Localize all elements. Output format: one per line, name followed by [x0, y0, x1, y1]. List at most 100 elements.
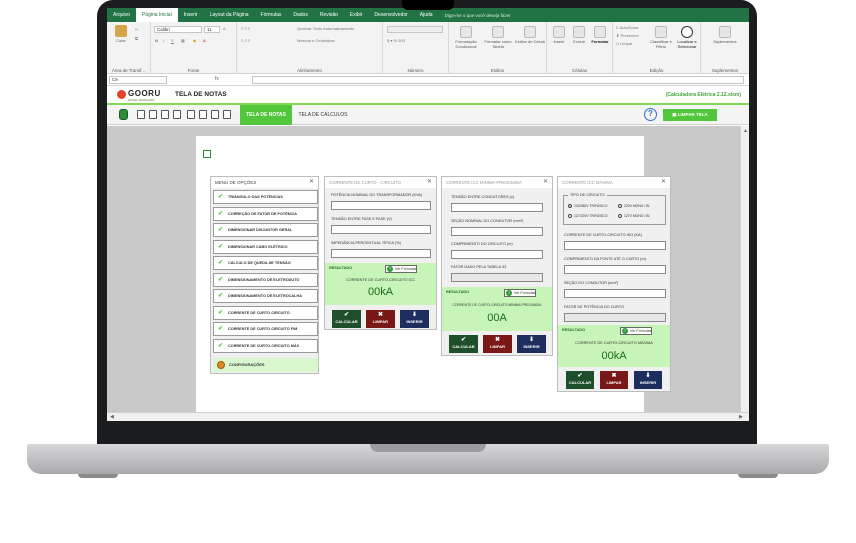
excel-icon[interactable] [119, 109, 128, 120]
export-icon[interactable] [149, 110, 157, 119]
close-icon[interactable]: ✕ [543, 177, 548, 188]
printer-icon[interactable] [223, 110, 231, 119]
fill-button[interactable]: ⬇ Preencher [616, 33, 639, 38]
scroll-left-icon[interactable]: ◀ [110, 414, 114, 420]
table33-factor-input[interactable] [451, 273, 543, 282]
transformer-power-input[interactable] [331, 201, 431, 210]
format-table-button[interactable]: Formatar como Tabela [483, 26, 513, 49]
name-box[interactable]: C9 [109, 76, 167, 84]
source-length-input[interactable] [564, 265, 666, 274]
font-name-select[interactable]: Calibri [154, 26, 202, 33]
wrap-text-button[interactable]: Quebrar Texto Automaticamente [297, 26, 354, 31]
fill-color-icon[interactable]: ◆ [193, 38, 196, 43]
calculate-button[interactable]: ✔ CALCULAR [449, 335, 478, 353]
sort-filter-button[interactable]: Classificar e Filtrar [649, 26, 673, 49]
addins-button[interactable]: Suplementos [707, 26, 743, 44]
font-color-icon[interactable]: A [203, 38, 206, 43]
autosum-button[interactable]: Σ AutoSoma [616, 25, 638, 30]
vertical-scrollbar[interactable]: ▲ [740, 126, 749, 412]
calculate-button[interactable]: ✔ CALCULAR [566, 371, 594, 389]
circuit-length-input[interactable] [451, 250, 543, 259]
menu-item[interactable]: ✔ DIMENSIONAMENTO DE ELETRODUTO [213, 272, 318, 287]
formula-input[interactable] [252, 76, 744, 84]
scroll-up-icon[interactable]: ▲ [743, 128, 748, 134]
tab-item[interactable]: Revisão [314, 8, 344, 22]
circuit-type-radio[interactable]: 127V MONO / BI [618, 214, 649, 218]
tab-item[interactable]: Ajuda [414, 8, 439, 22]
clear-screen-button[interactable]: ▣ LIMPAR TELA [663, 109, 717, 121]
conditional-format-button[interactable]: Formatação Condicional [451, 26, 481, 49]
tab-item[interactable]: Arquivo [107, 8, 136, 22]
merge-center-button[interactable]: Mesclar e Centralizar [297, 38, 335, 43]
align-top-icon[interactable]: ≡ ≡ ≡ [241, 26, 250, 31]
clear-fields-button[interactable]: ✖ LIMPAR [366, 310, 395, 328]
menu-item[interactable]: ✔ CORRENTE DE CURTO-CIRCUITO MÁX [213, 338, 318, 353]
active-cell[interactable] [203, 150, 211, 158]
tab-item[interactable]: Página Inicial [135, 8, 178, 22]
menu-item[interactable]: ✔ CORREÇÃO DE FATOR DE POTÊNCIA [213, 206, 318, 221]
document-icon[interactable] [211, 110, 219, 119]
menu-item[interactable]: ✔ CÁLCULO DE QUEDA DE TENSÃO [213, 256, 318, 270]
help-icon[interactable]: ? [644, 108, 657, 121]
tab-item[interactable]: Dados [287, 8, 313, 22]
tab-item[interactable]: Layout da Página [204, 8, 255, 22]
insert-button[interactable]: Inserir [549, 26, 569, 44]
menu-item[interactable]: ✔ CORRENTE DE CURTO-CIRCUITO [213, 305, 318, 320]
horizontal-scrollbar[interactable]: ◀ ▶ [107, 412, 749, 421]
close-icon[interactable]: ✕ [309, 177, 314, 188]
tab-item[interactable]: Inserir [178, 8, 204, 22]
insert-result-button[interactable]: ⬇ INSERIR [634, 371, 662, 389]
borders-icon[interactable]: ▦ [181, 38, 185, 43]
tab-item[interactable]: Desenvolvedor [368, 8, 413, 22]
clear-fields-button[interactable]: ✖ LIMPAR [483, 335, 512, 353]
close-icon[interactable]: ✕ [661, 177, 666, 188]
print-icon[interactable] [137, 110, 145, 119]
image-icon[interactable] [161, 110, 169, 119]
italic-icon[interactable]: I [163, 38, 164, 43]
fx-icon[interactable]: fx [215, 76, 219, 82]
bold-icon[interactable]: N [155, 38, 158, 43]
conductor-section-input[interactable] [451, 227, 543, 236]
copy-icon[interactable]: ⧉ [135, 36, 138, 41]
close-doc-icon[interactable] [173, 110, 181, 119]
currency-icon[interactable]: $ ▾ % 000 [387, 38, 405, 43]
conductor-voltage-input[interactable] [451, 203, 543, 212]
underline-icon[interactable]: S [171, 38, 174, 43]
menu-item[interactable]: ✔ CORRENTE DE CURTO-CIRCUITO FIM [213, 322, 318, 336]
menu-item[interactable]: ✔ DIMENSIONAR DISJUNTOR GERAL [213, 223, 318, 237]
circuit-type-radio[interactable]: 220V MONO / BI [618, 204, 649, 208]
note-icon[interactable] [187, 110, 195, 119]
format-button[interactable]: Formatar [589, 26, 611, 44]
copy-doc-icon[interactable] [199, 110, 207, 119]
insert-result-button[interactable]: ⬇ INSERIR [400, 310, 429, 328]
find-select-button[interactable]: Localizar e Selecionar [675, 26, 699, 49]
phase-voltage-input[interactable] [331, 225, 431, 234]
align-left-icon[interactable]: ≡ ≡ ≡ [241, 38, 250, 43]
insert-result-button[interactable]: ⬇ INSERIR [517, 335, 546, 353]
calculate-button[interactable]: ✔ CALCULAR [332, 310, 361, 328]
paste-button[interactable]: Colar [111, 25, 131, 43]
tell-me-search[interactable]: Diga-me o que você deseja fazer [445, 13, 511, 18]
circuit-type-radio[interactable]: 127/220V TRIFÁSICO [568, 214, 607, 218]
close-icon[interactable]: ✕ [427, 177, 432, 188]
menu-item[interactable]: ✔ DIMENSIONAMENTO DE ELETROCALHA [213, 289, 318, 303]
conductor-section-input[interactable] [564, 289, 666, 298]
number-format-select[interactable] [387, 26, 443, 33]
tab-item[interactable]: Exibir [344, 8, 369, 22]
clear-button[interactable]: ◇ Limpar [616, 41, 632, 46]
tab-notes-button[interactable]: TELA DE NOTAS [240, 105, 292, 125]
circuit-type-radio[interactable]: 220/380V TRIFÁSICO [568, 204, 607, 208]
view-formulas-button[interactable]: ? Ver Fórmulas [620, 327, 653, 335]
impedance-input[interactable] [331, 249, 431, 258]
clear-fields-button[interactable]: ✖ LIMPAR [600, 371, 628, 389]
cell-styles-button[interactable]: Estilos de Célula [515, 26, 545, 44]
menu-item[interactable]: ✔ TRIÂNGULO DAS POTÊNCIAS [213, 190, 318, 204]
power-factor-input[interactable] [564, 313, 666, 322]
grow-font-icon[interactable]: A [223, 26, 226, 31]
tab-item[interactable]: Fórmulas [255, 8, 288, 22]
view-formulas-button[interactable]: ? Ver Fórmulas [504, 289, 537, 297]
iko-current-input[interactable] [564, 241, 666, 250]
font-size-select[interactable]: 11 [204, 26, 220, 33]
view-formulas-button[interactable]: ? Ver Fórmulas [385, 265, 418, 273]
config-button[interactable]: CONFIGURAÇÕES [213, 358, 318, 372]
